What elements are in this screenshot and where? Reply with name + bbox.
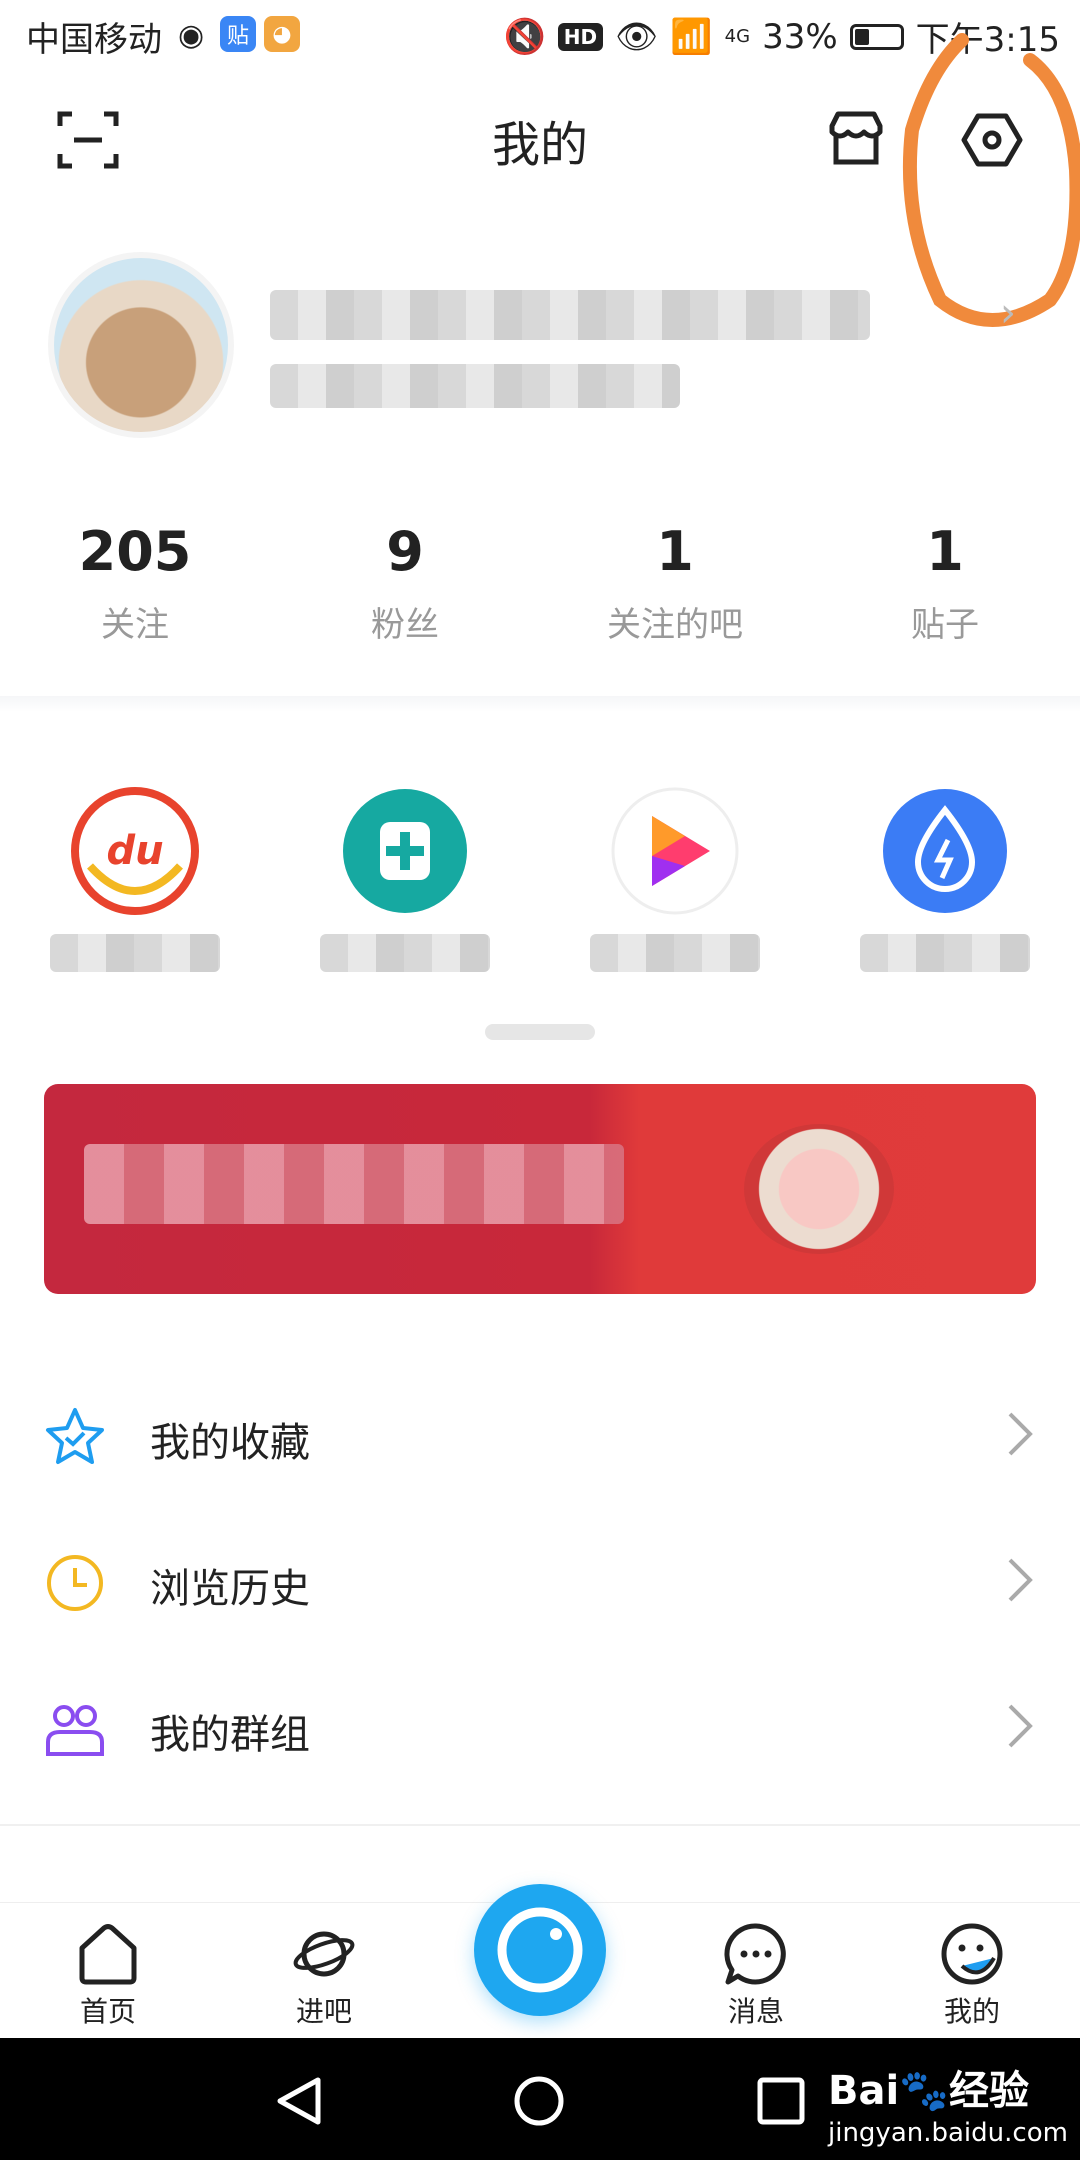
app-label-redacted [860, 934, 1030, 972]
weibo-icon: ◉ [178, 18, 205, 53]
stat-label: 关注的吧 [607, 605, 743, 645]
banner-image [744, 1124, 894, 1254]
message-icon [724, 1923, 786, 1985]
network-label: 4G [724, 26, 751, 47]
tab-messages[interactable]: 消息 [686, 1922, 826, 2030]
stat-label: 贴子 [911, 605, 979, 645]
chevron-right-icon [1008, 1704, 1033, 1748]
app-notification-icon: ◕ [264, 16, 300, 52]
mute-icon: 🔇 [503, 16, 546, 57]
tieba-badge-icon: 贴 [220, 16, 256, 52]
carrier-label: 中国移动 [26, 20, 162, 60]
menu-item-history[interactable]: 浏览历史 [0, 1508, 1080, 1654]
home-circle-icon[interactable] [512, 2074, 566, 2128]
app-label-redacted [320, 934, 490, 972]
menu-item-groups[interactable]: 我的群组 [0, 1654, 1080, 1800]
stat-value: 1 [656, 520, 694, 583]
bio-redacted [270, 364, 680, 408]
page-indicator [485, 1024, 595, 1040]
health-app-icon [343, 789, 467, 913]
menu-item-label: 我的收藏 [150, 1420, 310, 1466]
publish-button[interactable] [474, 1884, 606, 2016]
stat-label: 粉丝 [371, 605, 439, 645]
menu-item-favorites[interactable]: 我的收藏 [0, 1362, 1080, 1508]
tab-label: 消息 [727, 1995, 784, 2028]
back-icon[interactable] [272, 2074, 326, 2128]
banner-text-redacted [84, 1144, 624, 1224]
stat-fans[interactable]: 9 粉丝 [270, 520, 540, 646]
menu-item-label: 我的群组 [150, 1712, 310, 1758]
tab-label: 进吧 [295, 1995, 352, 2028]
avatar[interactable] [48, 252, 234, 438]
du-app-icon: du [71, 787, 199, 915]
stat-following[interactable]: 205 关注 [0, 520, 270, 646]
camera-lens-icon [497, 1907, 583, 1993]
stat-posts[interactable]: 1 贴子 [810, 520, 1080, 646]
stat-value: 205 [78, 520, 192, 583]
tab-enter-bar[interactable]: 进吧 [254, 1922, 394, 2030]
section-divider [0, 1824, 1080, 1826]
store-button[interactable] [826, 108, 886, 168]
battery-icon [849, 23, 904, 50]
wifi-icon: 📶 [670, 16, 713, 57]
profile-icon [941, 1923, 1003, 1985]
hd-icon: HD [557, 22, 604, 51]
group-icon [46, 1705, 104, 1756]
scan-button[interactable] [56, 108, 120, 172]
tab-home[interactable]: 首页 [38, 1922, 178, 2030]
username-redacted [270, 290, 870, 340]
water-drop-app-icon [883, 789, 1007, 913]
chevron-right-icon[interactable]: › [1000, 290, 1016, 336]
battery-percent: 33% [762, 16, 838, 57]
watermark-url: jingyan.baidu.com [828, 2118, 1068, 2148]
tab-label: 首页 [79, 1995, 136, 2028]
app-label-redacted [590, 934, 760, 972]
annotation-circle [902, 33, 1080, 327]
clock-icon [47, 1555, 103, 1611]
menu-item-label: 浏览历史 [150, 1566, 310, 1612]
section-divider [0, 696, 1080, 712]
home-icon [79, 1924, 137, 1985]
recent-apps-icon[interactable] [754, 2074, 808, 2128]
watermark-brand: Bai🐾经验 [828, 2068, 1029, 2114]
star-icon [46, 1408, 104, 1464]
video-play-app-icon [611, 787, 739, 915]
stat-label: 关注 [101, 605, 169, 645]
stat-followed-bars[interactable]: 1 关注的吧 [540, 520, 810, 646]
stat-value: 9 [386, 520, 424, 583]
promo-banner[interactable] [44, 1084, 1036, 1294]
tab-my[interactable]: 我的 [902, 1922, 1042, 2030]
svg-text:du: du [106, 828, 163, 874]
stat-value: 1 [926, 520, 964, 583]
tab-label: 我的 [943, 1995, 1000, 2028]
planet-icon [293, 1931, 355, 1977]
app-label-redacted [50, 934, 220, 972]
scan-icon [57, 111, 119, 169]
chevron-right-icon [1008, 1412, 1033, 1456]
eye-icon: 👁 [615, 16, 659, 57]
chevron-right-icon [1008, 1558, 1033, 1602]
baidu-jingyan-watermark: Bai🐾经验 jingyan.baidu.com [828, 2058, 1068, 2148]
store-icon [829, 111, 883, 165]
